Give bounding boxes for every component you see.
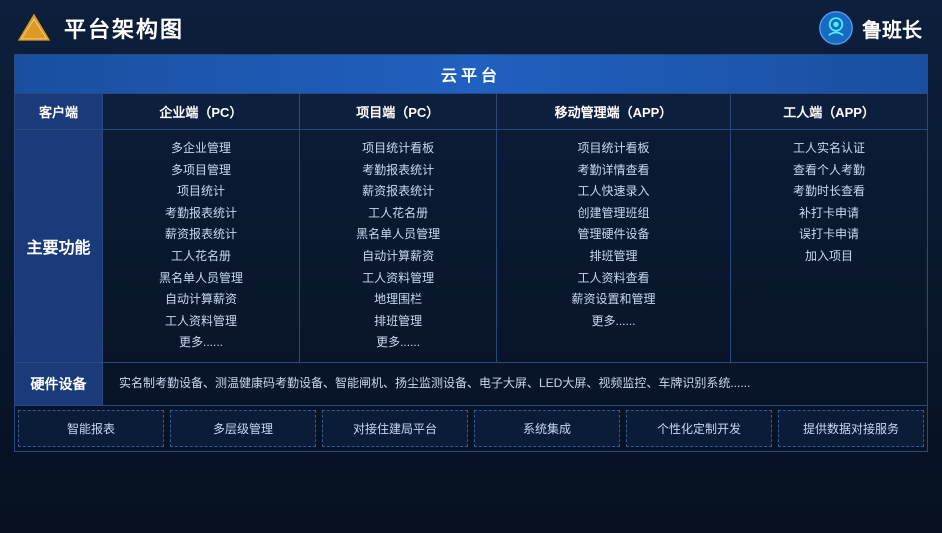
col-header-client: 客户端 <box>15 94 103 129</box>
feature-system-integration: 系统集成 <box>474 410 620 447</box>
list-item: 工人资料查看 <box>503 268 724 290</box>
hardware-row: 硬件设备 实名制考勤设备、测温健康码考勤设备、智能闸机、扬尘监测设备、电子大屏、… <box>15 363 927 406</box>
list-item: 黑名单人员管理 <box>306 224 490 246</box>
enterprise-features: 多企业管理 多项目管理 项目统计 考勤报表统计 薪资报表统计 工人花名册 黑名单… <box>103 130 300 362</box>
list-item: 黑名单人员管理 <box>109 268 293 290</box>
list-item: 创建管理班组 <box>503 203 724 225</box>
brand-logo: 鲁班长 <box>818 10 922 46</box>
main-function-row: 主要功能 多企业管理 多项目管理 项目统计 考勤报表统计 薪资报表统计 工人花名… <box>15 130 927 363</box>
cloud-platform-header: 云平台 <box>15 55 927 94</box>
list-item: 自动计算薪资 <box>109 289 293 311</box>
logo-icon <box>16 10 52 46</box>
list-item: 误打卡申请 <box>737 224 921 246</box>
list-item: 工人快速录入 <box>503 181 724 203</box>
list-item: 补打卡申请 <box>737 203 921 225</box>
brand-icon <box>818 10 854 46</box>
list-item: 项目统计看板 <box>503 138 724 160</box>
col-header-enterprise: 企业端（PC） <box>103 94 300 129</box>
feature-data-service: 提供数据对接服务 <box>778 410 924 447</box>
list-item: 更多...... <box>109 332 293 354</box>
list-item: 查看个人考勤 <box>737 160 921 182</box>
list-item: 更多...... <box>306 332 490 354</box>
list-item: 地理围栏 <box>306 289 490 311</box>
list-item: 工人花名册 <box>306 203 490 225</box>
feature-smart-report: 智能报表 <box>18 410 164 447</box>
brand-name: 鲁班长 <box>862 14 922 43</box>
col-header-mobile: 移动管理端（APP） <box>497 94 731 129</box>
feature-gov-platform: 对接住建局平台 <box>322 410 468 447</box>
header: 平台架构图 鲁班长 <box>0 0 942 54</box>
list-item: 工人实名认证 <box>737 138 921 160</box>
main-table: 云平台 客户端 企业端（PC） 项目端（PC） 移动管理端（APP） 工人端（A… <box>14 54 928 452</box>
app-container: 平台架构图 鲁班长 云平台 客户端 企业端（PC） 项目端（PC） 移动管理端（… <box>0 0 942 533</box>
column-headers: 客户端 企业端（PC） 项目端（PC） 移动管理端（APP） 工人端（APP） <box>15 94 927 130</box>
list-item: 工人资料管理 <box>109 311 293 333</box>
hardware-content: 实名制考勤设备、测温健康码考勤设备、智能闸机、扬尘监测设备、电子大屏、LED大屏… <box>103 363 927 405</box>
list-item: 加入项目 <box>737 246 921 268</box>
list-item: 多企业管理 <box>109 138 293 160</box>
list-item: 管理硬件设备 <box>503 224 724 246</box>
list-item: 更多...... <box>503 311 724 333</box>
list-item: 考勤时长查看 <box>737 181 921 203</box>
col-header-project: 项目端（PC） <box>300 94 497 129</box>
list-item: 工人花名册 <box>109 246 293 268</box>
feature-multi-level: 多层级管理 <box>170 410 316 447</box>
page-title: 平台架构图 <box>64 12 184 44</box>
mobile-features: 项目统计看板 考勤详情查看 工人快速录入 创建管理班组 管理硬件设备 排班管理 … <box>497 130 731 362</box>
list-item: 薪资报表统计 <box>306 181 490 203</box>
worker-features: 工人实名认证 查看个人考勤 考勤时长查看 补打卡申请 误打卡申请 加入项目 <box>731 130 927 362</box>
hardware-label: 硬件设备 <box>15 363 103 405</box>
header-left: 平台架构图 <box>16 10 184 46</box>
main-function-label: 主要功能 <box>15 130 103 362</box>
list-item: 项目统计看板 <box>306 138 490 160</box>
list-item: 考勤报表统计 <box>109 203 293 225</box>
list-item: 排班管理 <box>503 246 724 268</box>
list-item: 薪资设置和管理 <box>503 289 724 311</box>
list-item: 薪资报表统计 <box>109 224 293 246</box>
list-item: 排班管理 <box>306 311 490 333</box>
list-item: 工人资料管理 <box>306 268 490 290</box>
list-item: 多项目管理 <box>109 160 293 182</box>
list-item: 考勤详情查看 <box>503 160 724 182</box>
list-item: 自动计算薪资 <box>306 246 490 268</box>
col-header-worker: 工人端（APP） <box>731 94 927 129</box>
features-row: 智能报表 多层级管理 对接住建局平台 系统集成 个性化定制开发 提供数据对接服务 <box>15 406 927 451</box>
list-item: 项目统计 <box>109 181 293 203</box>
feature-custom-dev: 个性化定制开发 <box>626 410 772 447</box>
list-item: 考勤报表统计 <box>306 160 490 182</box>
project-features: 项目统计看板 考勤报表统计 薪资报表统计 工人花名册 黑名单人员管理 自动计算薪… <box>300 130 497 362</box>
